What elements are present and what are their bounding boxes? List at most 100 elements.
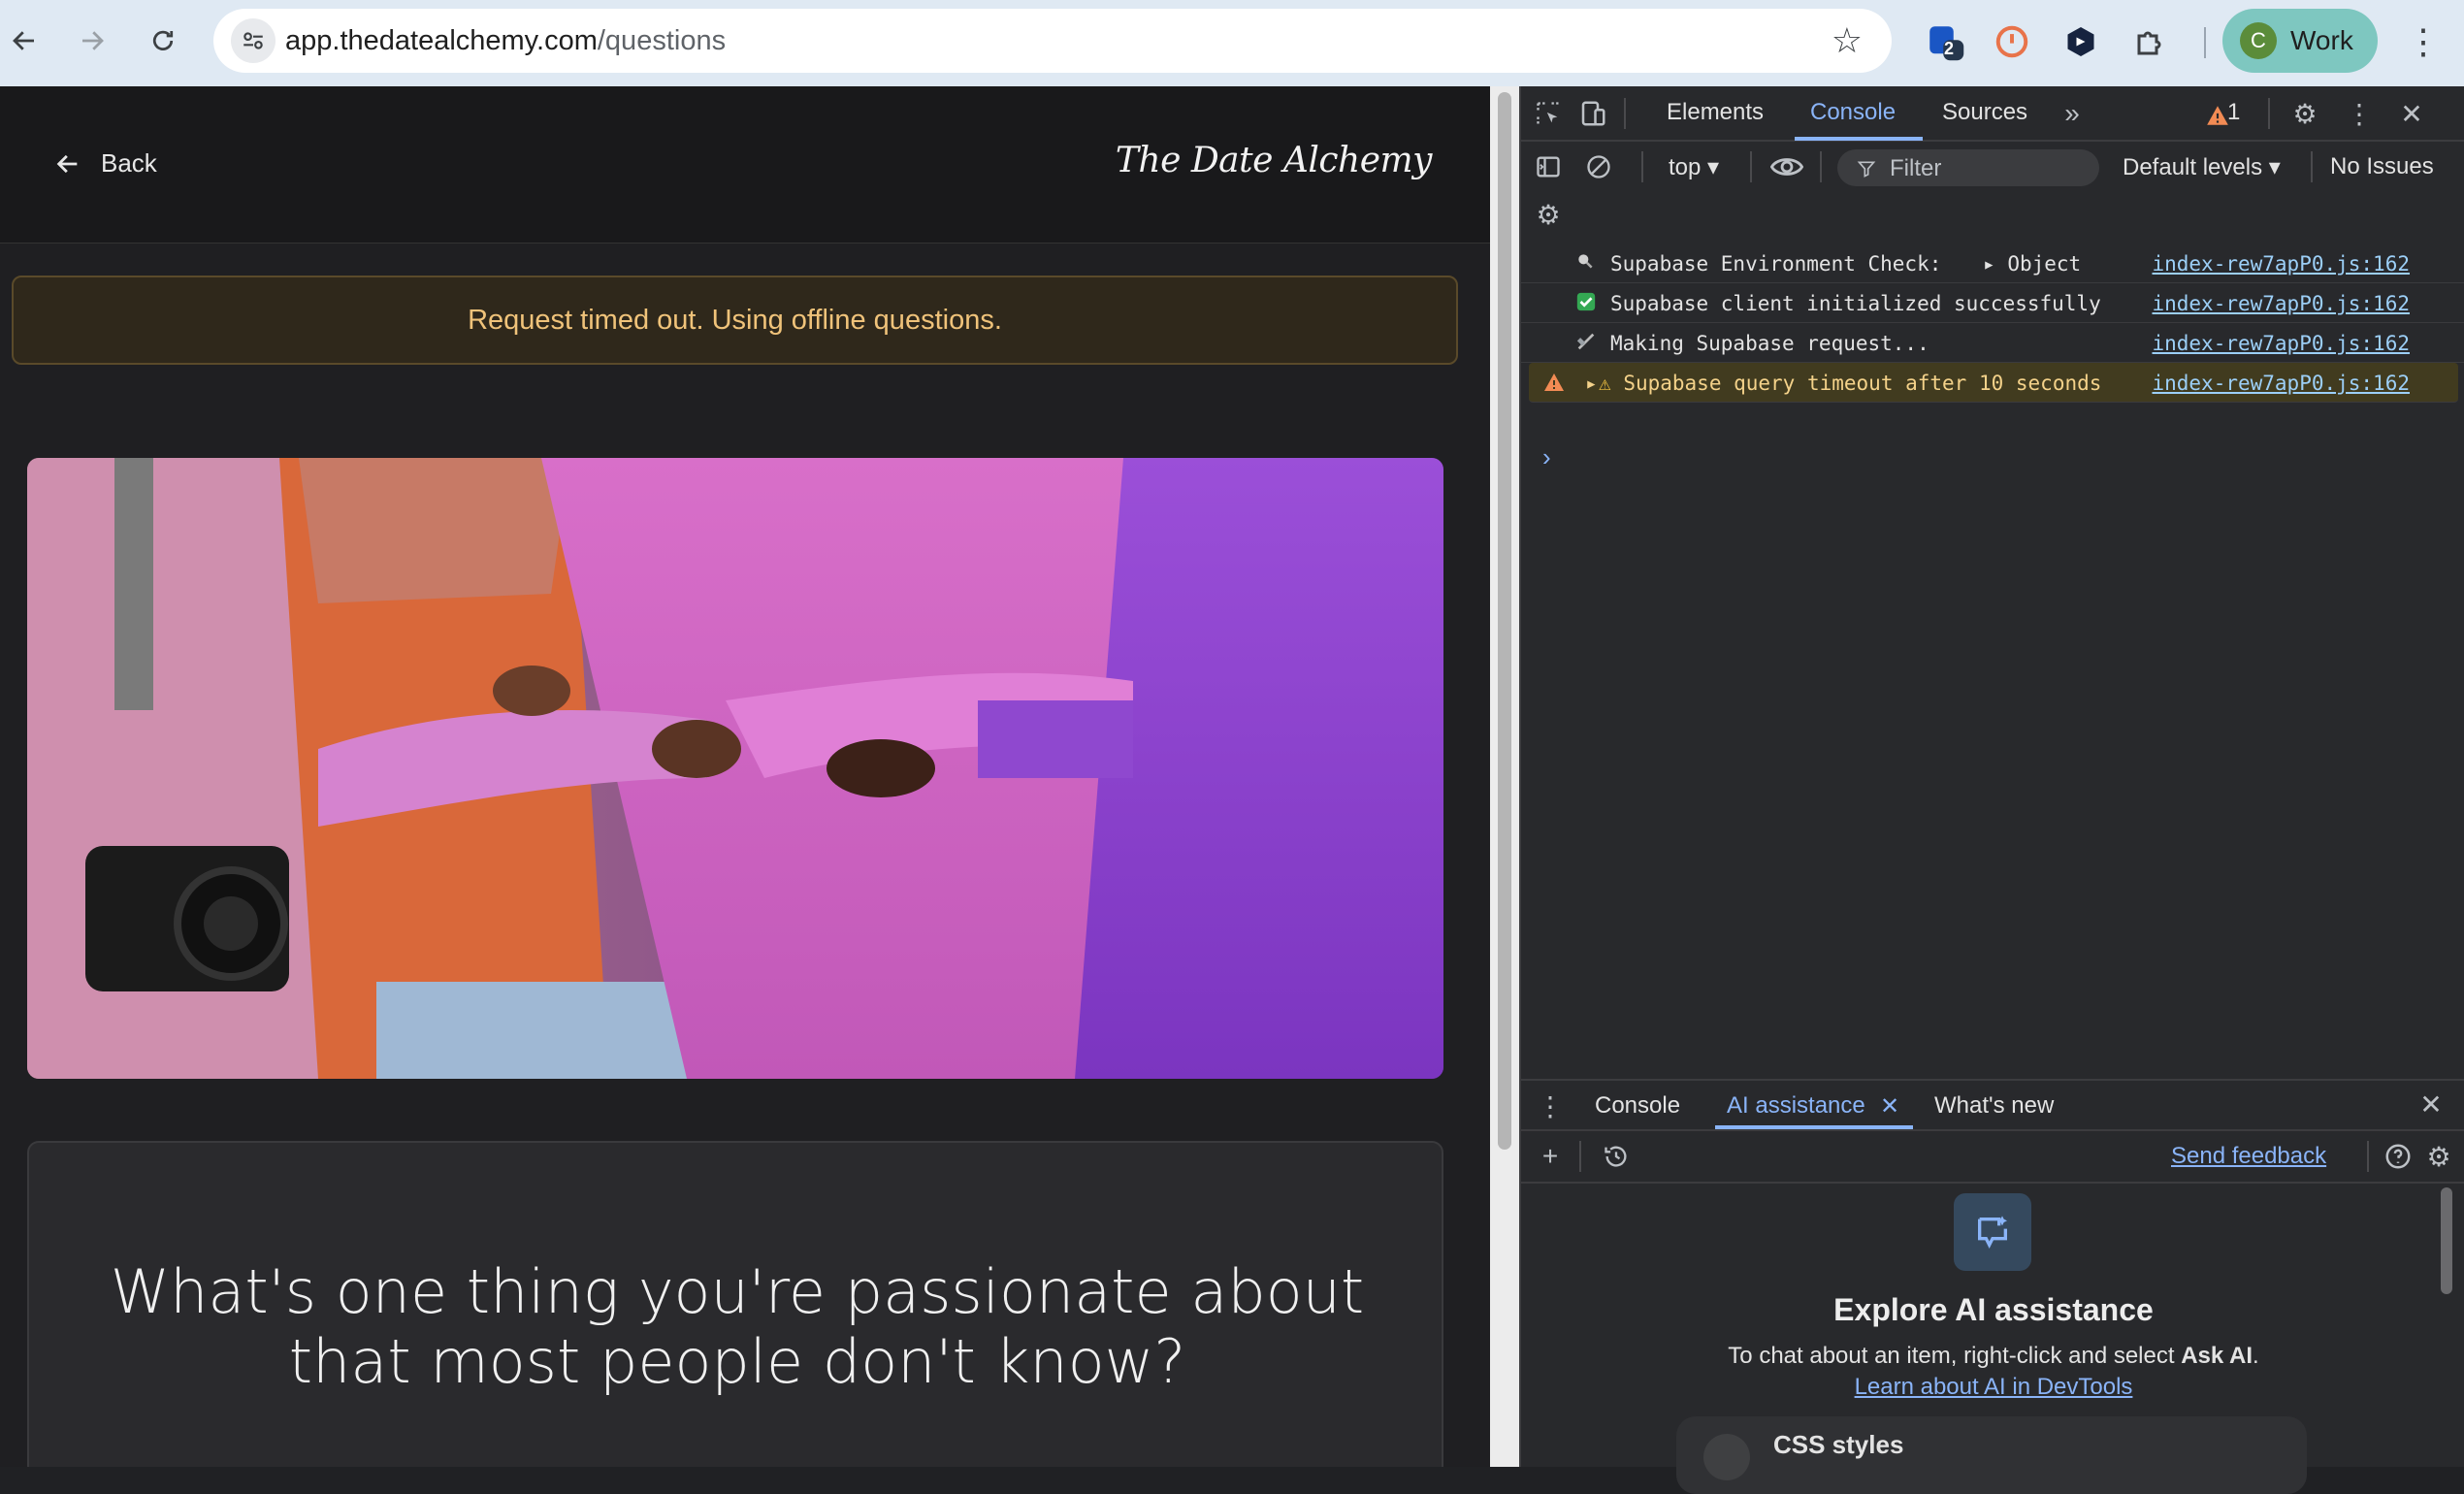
css-card-label: CSS styles — [1773, 1430, 1904, 1459]
warning-count[interactable]: 1 — [2227, 99, 2240, 126]
close-devtools-icon[interactable]: ✕ — [2394, 96, 2429, 131]
log-source-link[interactable]: index-rew7apP0.js:162 — [2152, 291, 2410, 316]
log-entry[interactable]: Supabase Environment Check: ▸ Object ind… — [1521, 244, 2464, 283]
ai-settings-gear-icon[interactable]: ⚙ — [2421, 1139, 2456, 1174]
close-ai-tab-icon[interactable]: ✕ — [1880, 1092, 1899, 1120]
drawer-tab-console[interactable]: Console — [1595, 1092, 1680, 1120]
active-tab-indicator — [1795, 137, 1923, 141]
settings-gear-icon[interactable]: ⚙ — [2287, 96, 2322, 131]
ai-toolbar: + Send feedback ⚙ — [1521, 1131, 2464, 1184]
filter-input[interactable]: Filter — [1837, 149, 2099, 186]
css-styles-card[interactable]: CSS styles — [1676, 1416, 2307, 1494]
ai-desc-prefix: To chat about an item, right-click and s… — [1728, 1343, 2175, 1369]
filter-placeholder: Filter — [1890, 155, 1942, 181]
drawer-tab-ai-assistance[interactable]: AI assistance — [1727, 1092, 1865, 1120]
close-drawer-icon[interactable]: ✕ — [2414, 1087, 2448, 1121]
tab-sources[interactable]: Sources — [1942, 99, 2027, 126]
console-log: Supabase Environment Check: ▸ Object ind… — [1521, 244, 2464, 471]
clear-console-icon[interactable] — [1581, 149, 1616, 184]
drawer-scrollbar-thumb[interactable] — [2441, 1187, 2452, 1294]
toolbar-separator — [2367, 1141, 2369, 1172]
address-bar[interactable]: app.thedatealchemy.com/questions ☆ — [213, 9, 1892, 73]
log-levels-select[interactable]: Default levels ▾ — [2123, 153, 2281, 181]
extensions-puzzle-icon[interactable] — [2128, 19, 2173, 64]
log-message: Supabase query timeout after 10 seconds — [1623, 372, 2102, 395]
extension-orange-icon[interactable] — [1990, 19, 2034, 64]
log-entry-warning[interactable]: ▸ ⚠ Supabase query timeout after 10 seco… — [1529, 363, 2458, 403]
device-toolbar-icon[interactable] — [1575, 96, 1610, 131]
live-expression-eye-icon[interactable] — [1769, 149, 1804, 184]
log-source-link[interactable]: index-rew7apP0.js:162 — [2152, 331, 2410, 356]
back-arrow-icon[interactable] — [0, 16, 49, 65]
filter-funnel-icon — [1857, 161, 1876, 178]
levels-value: Default levels — [2123, 154, 2263, 180]
url-path: /questions — [597, 25, 727, 56]
page-scrollbar-thumb[interactable] — [1498, 92, 1511, 1150]
profile-button[interactable]: C Work — [2222, 9, 2378, 73]
context-select[interactable]: top ▾ — [1669, 153, 1719, 181]
devtools-drawer: ⋮ Console AI assistance ✕ What's new ✕ +… — [1521, 1079, 2464, 1494]
expand-triangle-icon[interactable]: ▸ — [1585, 371, 1598, 396]
back-link[interactable]: Back — [54, 148, 157, 179]
log-entry[interactable]: Supabase client initialized successfully… — [1521, 283, 2464, 323]
back-label: Back — [101, 148, 157, 178]
log-entry[interactable]: Making Supabase request... index-rew7apP… — [1521, 323, 2464, 363]
ai-desc-bold: Ask AI — [2181, 1343, 2253, 1369]
log-source-link[interactable]: index-rew7apP0.js:162 — [2152, 251, 2410, 276]
toolbar-separator — [2311, 151, 2313, 182]
drawer-menu-icon[interactable]: ⋮ — [1533, 1088, 1568, 1123]
browser-toolbar: app.thedatealchemy.com/questions ☆ 2 C W… — [0, 0, 2464, 86]
css-card-icon — [1703, 1434, 1750, 1480]
tab-console[interactable]: Console — [1810, 99, 1896, 126]
tab-separator — [1624, 98, 1626, 129]
object-expander[interactable]: ▸ Object — [1954, 252, 2081, 276]
context-value: top — [1669, 154, 1702, 180]
url-text[interactable]: app.thedatealchemy.com/questions — [285, 25, 726, 57]
ai-desc-suffix: . — [2253, 1343, 2259, 1369]
learn-ai-link[interactable]: Learn about AI in DevTools — [1521, 1374, 2464, 1401]
avatar: C — [2240, 22, 2277, 59]
extension-badge: 2 — [1944, 39, 1955, 58]
extension-shield-icon[interactable]: 2 — [1923, 19, 1967, 64]
issues-button[interactable]: No Issues — [2330, 153, 2434, 180]
toolbar-separator — [1820, 151, 1822, 182]
history-icon[interactable] — [1599, 1139, 1634, 1174]
warning-emoji-icon: ⚠ — [1599, 372, 1611, 395]
warning-icon — [1542, 371, 1566, 400]
log-text: Making Supabase request... — [1610, 332, 1929, 355]
log-source-link[interactable]: index-rew7apP0.js:162 — [2152, 371, 2410, 396]
page-header: Back The Date Alchemy — [0, 86, 1490, 244]
devtools-menu-icon[interactable]: ⋮ — [2342, 96, 2377, 131]
send-feedback-link[interactable]: Send feedback — [2171, 1143, 2326, 1170]
browser-menu-icon[interactable]: ⋮ — [2406, 21, 2441, 62]
new-chat-plus-icon[interactable]: + — [1533, 1139, 1568, 1174]
profile-label: Work — [2290, 25, 2353, 55]
check-icon — [1575, 291, 1597, 318]
more-tabs-chevron-icon[interactable]: » — [2055, 96, 2090, 131]
page-scrollbar[interactable] — [1490, 86, 1519, 1467]
brand-logo[interactable]: The Date Alchemy — [1116, 141, 1433, 180]
console-settings-gear-icon[interactable]: ⚙ — [1531, 197, 1566, 232]
site-info-icon[interactable] — [231, 18, 276, 63]
bookmark-star-icon[interactable]: ☆ — [1832, 20, 1863, 61]
inspect-element-icon[interactable] — [1531, 96, 1566, 131]
help-icon[interactable] — [2381, 1139, 2415, 1174]
hero-image — [27, 458, 1443, 1079]
console-prompt-chevron-icon[interactable]: › — [1542, 442, 1551, 472]
sidebar-toggle-icon[interactable] — [1531, 149, 1566, 184]
extension-hex-icon[interactable] — [2059, 19, 2103, 64]
ai-sparkle-icon — [1954, 1193, 2031, 1271]
drawer-scrollbar[interactable] — [2441, 1187, 2454, 1469]
ai-title: Explore AI assistance — [1833, 1292, 2154, 1327]
forward-arrow-icon[interactable] — [68, 16, 116, 65]
ai-description: To chat about an item, right-click and s… — [1521, 1343, 2464, 1370]
toolbar-separator — [1750, 151, 1752, 182]
object-label: Object — [2007, 252, 2082, 276]
tab-separator — [2268, 98, 2270, 129]
tab-elements[interactable]: Elements — [1667, 99, 1764, 126]
alert-text: Request timed out. Using offline questio… — [468, 304, 1002, 336]
drawer-tab-whats-new[interactable]: What's new — [1934, 1092, 2054, 1120]
log-text: ⚠ Supabase query timeout after 10 second… — [1575, 371, 2119, 396]
toolbar-separator — [1579, 1141, 1581, 1172]
reload-icon[interactable] — [139, 16, 187, 65]
